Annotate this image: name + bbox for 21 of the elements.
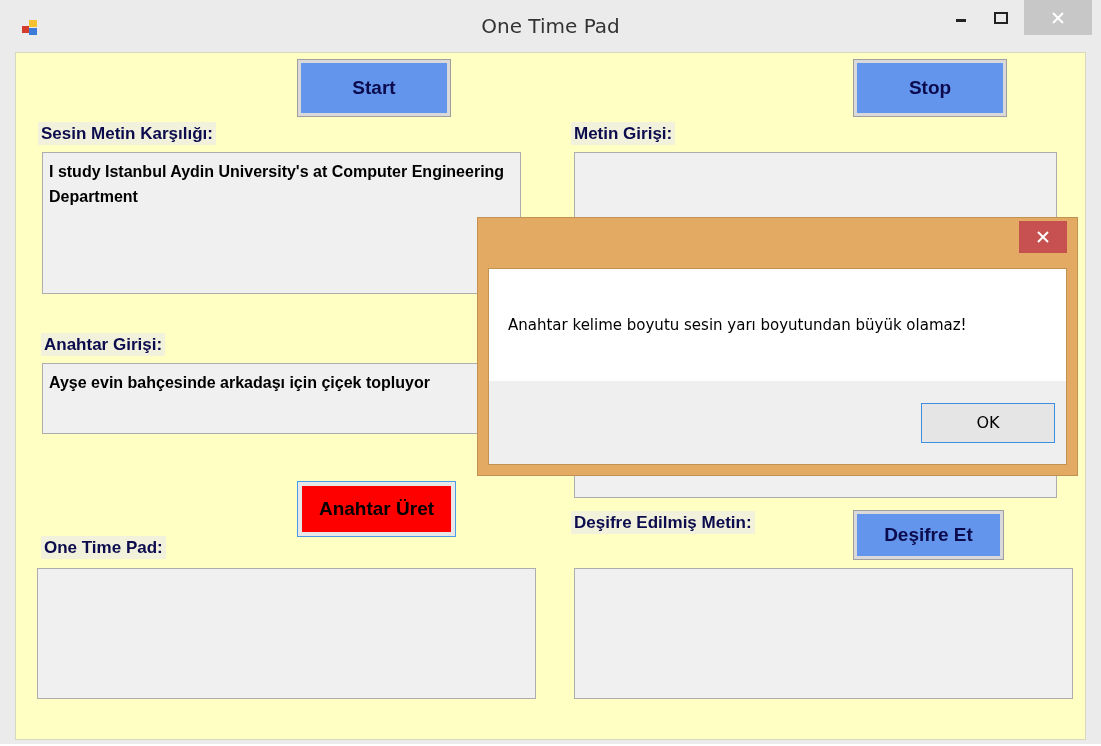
text-field[interactable] bbox=[37, 568, 536, 699]
window-title: One Time Pad bbox=[481, 13, 620, 40]
text-field[interactable] bbox=[574, 568, 1073, 699]
dialog-close-button[interactable] bbox=[1019, 221, 1067, 253]
field-label: Deşifre Edilmiş Metin: bbox=[571, 511, 755, 534]
stop-button[interactable]: Stop bbox=[854, 60, 1006, 116]
generate-key-button[interactable]: Anahtar Üret bbox=[298, 482, 455, 536]
field-label: Sesin Metin Karşılığı: bbox=[38, 122, 216, 145]
text-field[interactable]: I study Istanbul Aydin University's at Computer Engineering Department bbox=[42, 152, 521, 294]
app-icon bbox=[22, 20, 39, 36]
decrypt-button[interactable]: Deşifre Et bbox=[854, 511, 1003, 559]
close-icon bbox=[1052, 11, 1064, 24]
field-label: One Time Pad: bbox=[41, 536, 166, 559]
close-icon bbox=[1037, 231, 1049, 243]
start-button[interactable]: Start bbox=[298, 60, 450, 116]
field-label: Anahtar Girişi: bbox=[41, 333, 166, 356]
ok-button[interactable]: OK bbox=[921, 403, 1055, 443]
minimize-icon bbox=[956, 18, 966, 22]
dialog-message: Anahtar kelime boyutu sesin yarı boyutundan büyük olamaz! bbox=[508, 314, 967, 336]
maximize-icon bbox=[994, 12, 1008, 24]
field-label: Metin Girişi: bbox=[571, 122, 676, 145]
